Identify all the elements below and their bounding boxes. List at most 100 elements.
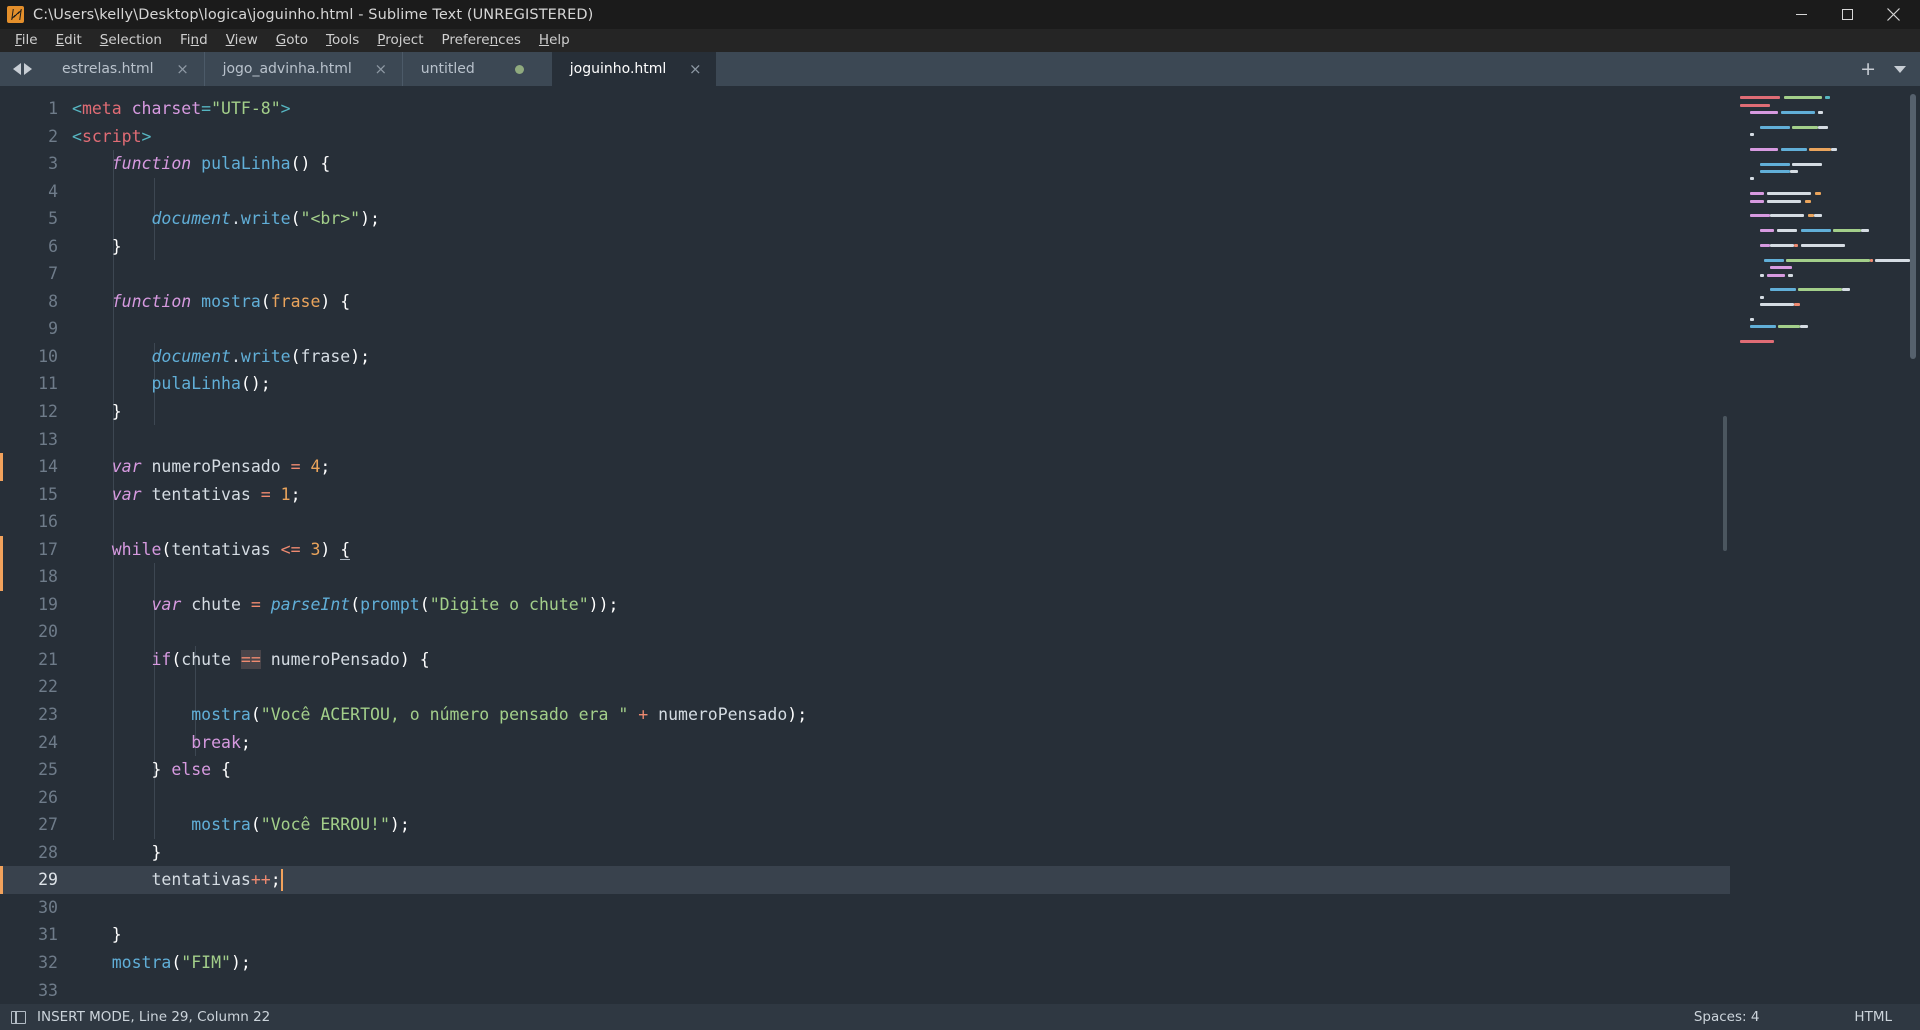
sidebar-toggle-icon[interactable] <box>11 1010 26 1024</box>
tab-bar: estrelas.html × jogo_advinha.html × unti… <box>0 52 1920 86</box>
minimap-line <box>1740 109 1910 116</box>
minimap-line <box>1740 242 1910 249</box>
maximize-button[interactable] <box>1824 0 1870 29</box>
line-number: 19 <box>38 594 58 614</box>
line-number: 30 <box>38 897 58 917</box>
menu-item-file[interactable]: File <box>6 30 47 51</box>
line-number: 26 <box>38 787 58 807</box>
code-line: mostra("Você ERROU!"); <box>191 815 410 835</box>
status-syntax-mode[interactable]: HTML <box>1854 1009 1892 1025</box>
minimap-line <box>1740 286 1910 293</box>
line-number: 32 <box>38 952 58 972</box>
menu-item-goto[interactable]: Goto <box>267 30 317 51</box>
line-number: 24 <box>38 732 58 752</box>
line-number: 27 <box>38 815 58 835</box>
minimap-line <box>1740 227 1910 234</box>
minimap-line <box>1740 338 1910 345</box>
minimap-viewport[interactable] <box>1910 94 1916 359</box>
menu-item-preferences[interactable]: Preferences <box>433 30 530 51</box>
line-number: 33 <box>38 980 58 1000</box>
menu-item-help[interactable]: Help <box>530 30 579 51</box>
tab-nav-arrows[interactable] <box>0 52 44 86</box>
status-bar: INSERT MODE, Line 29, Column 22 Spaces: … <box>0 1004 1920 1030</box>
line-number: 23 <box>38 705 58 725</box>
line-number: 17 <box>0 535 72 564</box>
minimap-line <box>1740 308 1910 315</box>
code-line: } <box>151 842 162 862</box>
new-tab-button[interactable]: + <box>1860 59 1876 79</box>
code-line: } <box>111 402 122 422</box>
code-line: <script> <box>72 126 152 146</box>
code-line: document.write(frase); <box>151 346 371 366</box>
menu-item-project[interactable]: Project <box>368 30 432 51</box>
minimap-line <box>1740 161 1910 168</box>
minimap-line <box>1740 116 1910 123</box>
line-change-marker <box>0 535 3 564</box>
editor-vertical-scrollbar[interactable] <box>1723 86 1727 1004</box>
line-number: 21 <box>38 649 58 669</box>
menu-item-tools[interactable]: Tools <box>317 30 368 51</box>
menu-label-file: ile <box>21 32 38 48</box>
menu-item-find[interactable]: Find <box>171 30 217 51</box>
line-number: 1 <box>48 99 58 118</box>
minimap-line <box>1740 146 1910 153</box>
status-indentation[interactable]: Spaces: 4 <box>1694 1009 1760 1025</box>
tab-label: untitled <box>420 61 475 77</box>
tab-close-icon[interactable]: × <box>688 61 702 77</box>
menu-label-edit: dit <box>64 32 82 48</box>
line-number: 25 <box>38 760 58 780</box>
menu-item-selection[interactable]: Selection <box>91 30 171 51</box>
minimap[interactable] <box>1730 86 1920 1004</box>
tab-next-icon[interactable] <box>23 63 32 75</box>
line-number: 20 <box>38 622 58 642</box>
line-change-marker <box>0 563 3 591</box>
minimize-button[interactable] <box>1778 0 1824 29</box>
tab-estrelas-html[interactable]: estrelas.html × <box>44 52 204 86</box>
line-number: 5 <box>48 209 58 229</box>
line-number: 15 <box>38 484 58 504</box>
tab-close-icon[interactable]: × <box>374 61 388 77</box>
tab-bar-actions: + <box>1860 52 1920 86</box>
status-mode-position: INSERT MODE, Line 29, Column 22 <box>37 1009 271 1025</box>
scrollbar-thumb[interactable] <box>1723 416 1727 551</box>
code-line: function pulaLinha() { <box>111 154 331 174</box>
tab-unsaved-indicator-icon[interactable] <box>514 64 524 74</box>
close-button[interactable] <box>1870 0 1916 29</box>
tab-joguinho-html[interactable]: joguinho.html × <box>551 52 717 86</box>
minimap-line <box>1740 205 1910 212</box>
tab-close-icon[interactable]: × <box>176 61 190 77</box>
minimap-line <box>1740 168 1910 175</box>
window-controls <box>1778 0 1920 29</box>
tab-untitled[interactable]: untitled <box>401 52 552 86</box>
line-change-marker <box>0 453 3 481</box>
line-number: 2 <box>48 126 58 146</box>
minimap-line <box>1740 234 1910 241</box>
code-line: while(tentativas <= 3) { <box>111 539 351 560</box>
minimap-line <box>1740 271 1910 278</box>
menu-bar: File Edit Selection Find View Goto Tools… <box>0 29 1920 52</box>
minimap-line <box>1740 175 1910 182</box>
window-title: C:\Users\kelly\Desktop\logica\joguinho.h… <box>33 6 594 23</box>
tab-jogo-advinha-html[interactable]: jogo_advinha.html × <box>203 52 402 86</box>
line-number: 12 <box>38 402 58 422</box>
line-number-gutter: 1 2 3 4 5 6 7 8 9 10 11 12 13 14 15 16 1… <box>0 86 72 1004</box>
minimap-line <box>1740 101 1910 108</box>
menu-item-view[interactable]: View <box>217 30 267 51</box>
menu-item-edit[interactable]: Edit <box>47 30 91 51</box>
tab-overflow-chevron-down-icon[interactable] <box>1894 65 1906 73</box>
line-number: 28 <box>38 842 58 862</box>
line-number: 9 <box>48 319 58 339</box>
minimap-line <box>1740 264 1910 271</box>
minimap-line <box>1740 220 1910 227</box>
code-line: if(chute == numeroPensado) { <box>151 649 430 669</box>
code-content[interactable]: <meta charset="UTF-8"> <script> function… <box>72 86 1920 1004</box>
line-number: 18 <box>0 563 72 591</box>
minimap-line <box>1740 124 1910 131</box>
tab-prev-icon[interactable] <box>12 63 21 75</box>
